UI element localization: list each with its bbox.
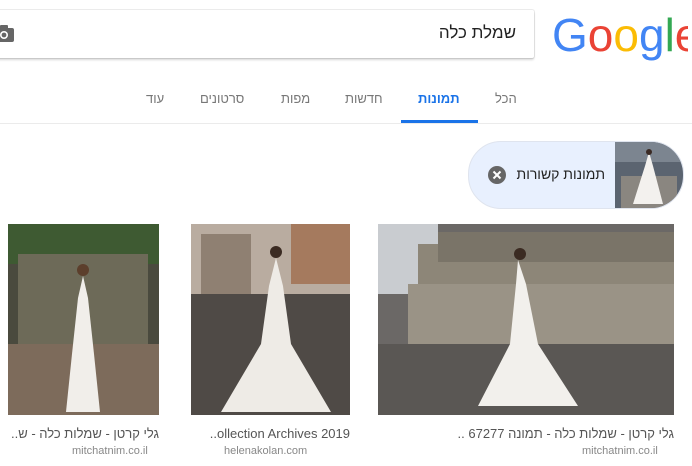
result-domain: helenakolan.com — [224, 445, 308, 457]
close-icon[interactable] — [488, 166, 506, 184]
tab-news[interactable]: חדשות — [345, 91, 383, 106]
search-box[interactable]: שמלת כלה — [0, 10, 534, 58]
tab-all[interactable]: הכל — [495, 91, 517, 106]
tab-more[interactable]: עוד — [146, 91, 164, 106]
image-result[interactable]: ..ollection Archives 2019 helenakolan.co… — [191, 224, 350, 457]
svg-text:Google: Google — [552, 11, 688, 61]
result-caption: ..ollection Archives 2019 — [209, 426, 350, 441]
header: שמלת כלה Google הכל תמונות חדשות מפות סר… — [0, 0, 692, 124]
search-input[interactable]: שמלת כלה — [439, 23, 516, 43]
related-images-label: תמונות קשורות — [516, 166, 605, 182]
google-logo[interactable]: Google — [552, 11, 688, 61]
tab-videos[interactable]: סרטונים — [200, 91, 244, 106]
active-tab-indicator — [401, 120, 478, 123]
tab-images[interactable]: תמונות — [418, 91, 460, 106]
result-caption: גלי קרטן - שמלות כלה - תמונה 67277 .. — [457, 426, 674, 441]
tabs-bar: הכל תמונות חדשות מפות סרטונים עוד — [0, 78, 692, 123]
result-domain: mitchatnim.co.il — [72, 445, 148, 457]
related-images-chip[interactable]: תמונות קשורות — [468, 141, 684, 209]
image-result[interactable]: גלי קרטן - שמלות כלה - תמונה 67277 .. mi… — [378, 224, 674, 457]
result-thumbnail[interactable] — [191, 224, 350, 415]
image-result[interactable]: גלי קרטן - שמלות כלה - ש.. mitchatnim.co… — [8, 224, 159, 457]
result-caption: גלי קרטן - שמלות כלה - ש.. — [11, 426, 159, 441]
result-thumbnail[interactable] — [8, 224, 159, 415]
camera-icon[interactable] — [0, 24, 16, 44]
result-domain: mitchatnim.co.il — [582, 445, 658, 457]
tab-maps[interactable]: מפות — [281, 91, 310, 106]
result-thumbnail[interactable] — [378, 224, 674, 415]
related-thumbnail — [615, 142, 683, 208]
